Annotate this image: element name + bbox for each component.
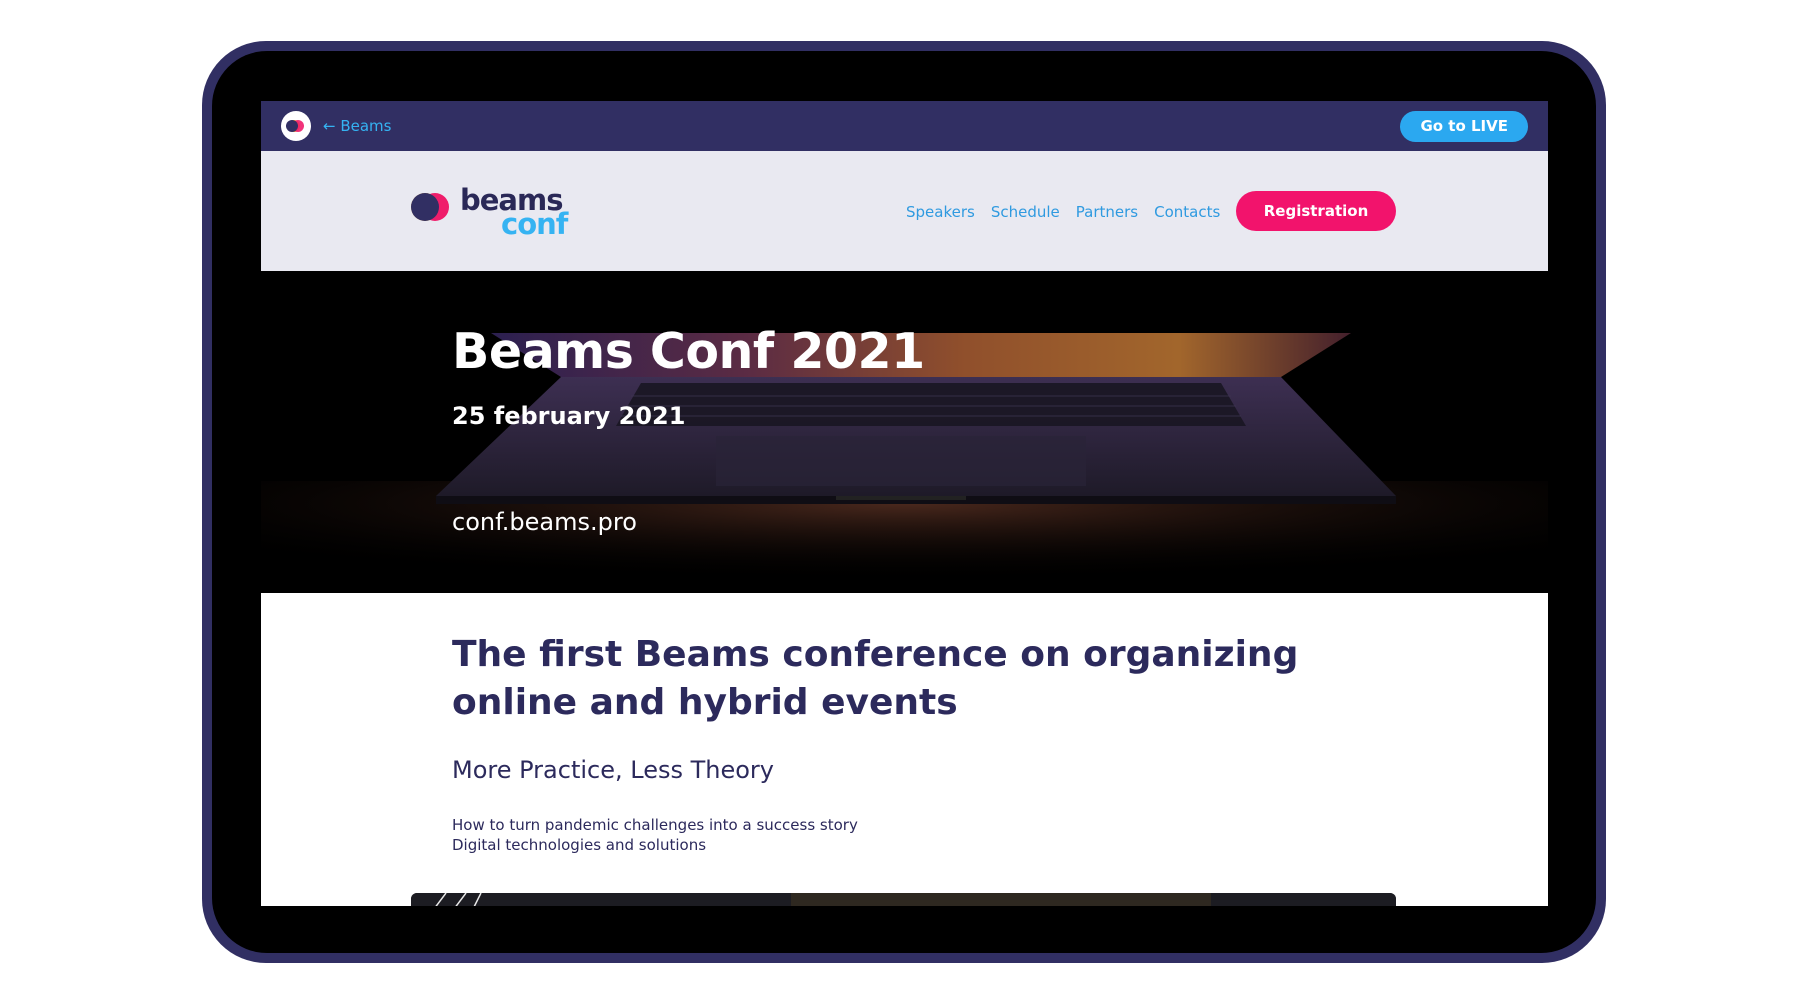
intro-point: How to turn pandemic challenges into a s… [452,816,858,834]
intro-section: The first Beams conference on organizing… [261,593,1548,906]
laptop-hero-image [261,271,1548,593]
teaser-image-graphic [411,893,1396,906]
browser-screen: ← Beams Go to LIVE beams conf Speakers S… [261,101,1548,906]
beams-logo-icon[interactable] [281,111,311,141]
site-navbar: beams conf Speakers Schedule Partners Co… [261,151,1548,271]
intro-headline: The first Beams conference on organizing… [452,634,1299,723]
nav-speakers[interactable]: Speakers [906,203,975,221]
logo-word-conf: conf [501,207,568,241]
event-url[interactable]: conf.beams.pro [452,508,637,536]
intro-point: Digital technologies and solutions [452,836,707,854]
teaser-image [411,893,1396,906]
event-date: 25 february 2021 [452,402,686,430]
registration-button[interactable]: Registration [1236,191,1396,231]
event-title: Beams Conf 2021 [452,323,925,380]
nav-contacts[interactable]: Contacts [1154,203,1220,221]
back-to-beams-link[interactable]: ← Beams [323,117,391,135]
nav-partners[interactable]: Partners [1076,203,1138,221]
nav-schedule[interactable]: Schedule [991,203,1060,221]
go-to-live-button[interactable]: Go to LIVE [1400,111,1528,142]
main-nav: Speakers Schedule Partners Contacts [906,203,1220,221]
hero-banner: Beams Conf 2021 25 february 2021 conf.be… [261,271,1548,593]
beams-conf-logo[interactable]: beams conf [411,183,581,241]
intro-subheadline: More Practice, Less Theory [452,756,774,784]
intro-points: How to turn pandemic challenges into a s… [452,815,858,855]
top-bar: ← Beams Go to LIVE [261,101,1548,151]
